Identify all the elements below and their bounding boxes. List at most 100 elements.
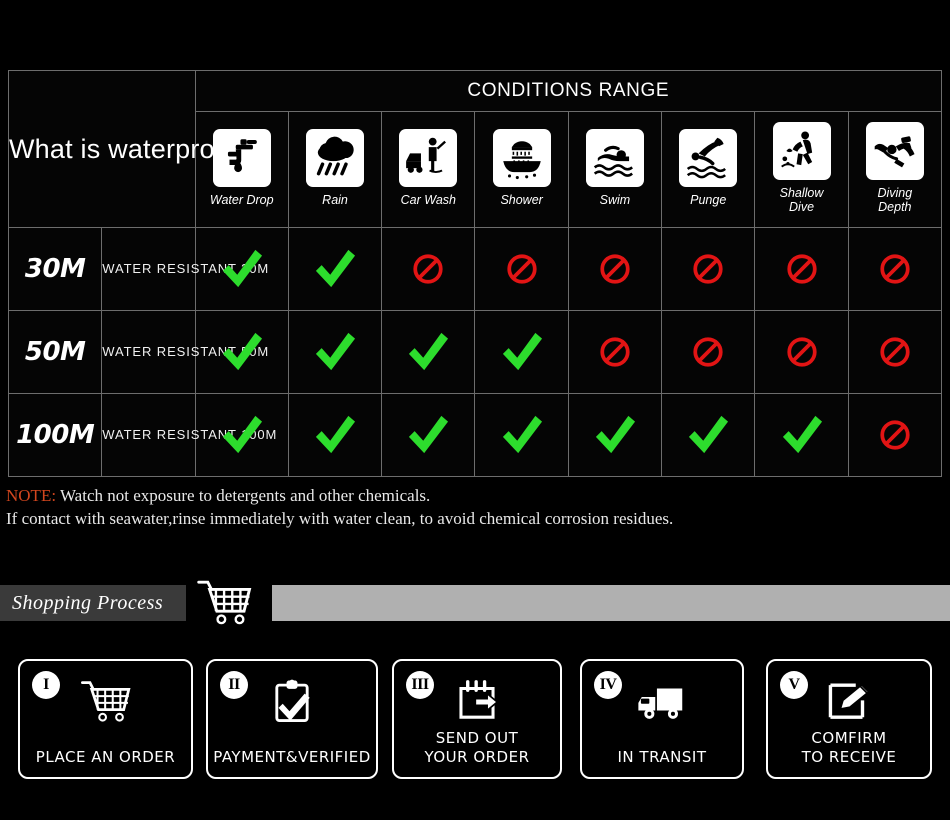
shopping-steps-row: I PLACE AN ORDER II PAYMENT&VERIFIED III SEND…: [0, 659, 950, 781]
clipboard-check-icon: [208, 673, 376, 731]
step-label: COMFIRM TO RECEIVE: [801, 729, 897, 766]
rating-cell-2-6: [754, 393, 849, 477]
check-icon: [475, 394, 567, 476]
condition-column-7: Diving Depth: [847, 111, 943, 228]
condition-label: Punge: [690, 192, 727, 207]
condition-column-2: Car Wash: [381, 111, 476, 228]
rating-cell-0-4: [567, 227, 663, 311]
condition-column-4: Swim: [567, 111, 663, 228]
shopping-cart-icon: [196, 577, 254, 629]
condition-column-3: Shower: [474, 111, 569, 228]
depth-cell: 100M: [7, 393, 103, 477]
step-label: SEND OUT YOUR ORDER: [424, 729, 530, 766]
ban-icon: [382, 228, 474, 310]
depth-cell: 30M: [7, 227, 103, 311]
condition-column-6: Shallow Dive: [754, 111, 849, 228]
ban-icon: [755, 228, 847, 310]
calendar-arrow-icon: [394, 673, 560, 731]
rating-cell-1-2: [381, 310, 476, 394]
rating-cell-1-5: [661, 310, 756, 394]
step-card-4[interactable]: IV IN TRANSIT: [580, 659, 744, 779]
rating-cell-2-5: [661, 393, 756, 477]
rating-cell-2-7: [847, 393, 943, 477]
ban-icon: [849, 311, 941, 393]
faucet-water-drop-icon: [212, 128, 271, 187]
condition-label: Rain: [322, 192, 348, 207]
rating-cell-2-4: [567, 393, 663, 477]
shopping-process-title: Shopping Process: [12, 591, 164, 614]
condition-label: Shower: [500, 192, 543, 207]
table-row: 30M WATER RESISTANT 30M: [7, 227, 943, 311]
ban-icon: [475, 228, 567, 310]
car-wash-icon: [399, 128, 458, 187]
step-label: PAYMENT&VERIFIED: [213, 748, 371, 766]
check-icon: [289, 311, 381, 393]
description-cell: WATER RESISTANT 100M: [101, 393, 276, 477]
rating-cell-1-6: [754, 310, 849, 394]
check-icon: [289, 394, 381, 476]
shower-bath-icon: [492, 128, 551, 187]
check-icon: [382, 394, 474, 476]
scuba-diver-icon: [865, 121, 924, 180]
condition-label: Swim: [599, 192, 631, 207]
shopping-process-filler-bar: [272, 585, 950, 621]
note-line-1-text: Watch not exposure to detergents and oth…: [56, 486, 431, 505]
ban-icon: [849, 228, 941, 310]
condition-label: Water Drop: [209, 192, 274, 207]
delivery-truck-icon: [582, 673, 742, 731]
shopping-cart-icon: [20, 673, 191, 731]
rain-cloud-icon: [306, 128, 365, 187]
shopping-process-bar: Shopping Process: [0, 580, 950, 625]
plunge-dive-icon: [679, 128, 738, 187]
step-card-2[interactable]: II PAYMENT&VERIFIED: [206, 659, 378, 779]
page-title: What is waterproof: [9, 133, 238, 164]
ban-icon: [569, 311, 661, 393]
condition-label: Car Wash: [400, 192, 456, 207]
check-icon: [569, 394, 661, 476]
condition-label: Shallow Dive: [779, 185, 824, 214]
condition-column-0: Water Drop: [194, 111, 289, 228]
shallow-dive-icon: [772, 121, 831, 180]
rating-cell-0-1: [287, 227, 383, 311]
ban-icon: [662, 311, 754, 393]
ban-icon: [849, 394, 941, 476]
depth-cell: 50M: [7, 310, 103, 394]
step-card-3[interactable]: III SEND OUT YOUR ORDER: [392, 659, 562, 779]
step-card-1[interactable]: I PLACE AN ORDER: [18, 659, 193, 779]
waterproof-conditions-table: What is waterproof CONDITIONS RANGE Water …: [7, 70, 943, 477]
check-icon: [289, 228, 381, 310]
step-label: IN TRANSIT: [617, 748, 707, 766]
check-icon: [662, 394, 754, 476]
check-icon: [755, 394, 847, 476]
rating-cell-0-3: [474, 227, 569, 311]
rating-cell-0-6: [754, 227, 849, 311]
rating-cell-1-3: [474, 310, 569, 394]
step-label: PLACE AN ORDER: [35, 748, 176, 766]
rating-cell-0-7: [847, 227, 943, 311]
rating-cell-2-2: [381, 393, 476, 477]
depth-value: 100M: [16, 420, 95, 450]
table-title-cell: What is waterproof: [8, 70, 238, 228]
edit-pencil-icon: [768, 673, 930, 731]
note-block: NOTE: Watch not exposure to detergents a…: [6, 484, 936, 530]
condition-column-5: Punge: [661, 111, 756, 228]
table-row: 50M WATER RESISTANT 50M: [7, 310, 943, 394]
swimmer-icon: [585, 128, 644, 187]
rating-cell-2-1: [287, 393, 383, 477]
rating-cell-1-1: [287, 310, 383, 394]
shopping-process-title-bar: Shopping Process: [0, 585, 186, 621]
description-cell: WATER RESISTANT 50M: [101, 310, 268, 394]
condition-column-1: Rain: [287, 111, 383, 228]
check-icon: [382, 311, 474, 393]
description-cell: WATER RESISTANT 30M: [101, 227, 268, 311]
waterproof-infographic-page: What is waterproof CONDITIONS RANGE Water …: [0, 0, 950, 820]
depth-value: 30M: [24, 254, 86, 284]
ban-icon: [755, 311, 847, 393]
rating-cell-1-4: [567, 310, 663, 394]
step-card-5[interactable]: V COMFIRM TO RECEIVE: [766, 659, 932, 779]
note-line-1: NOTE: Watch not exposure to detergents a…: [6, 484, 936, 507]
note-label: NOTE:: [6, 486, 57, 505]
ban-icon: [662, 228, 754, 310]
rating-cell-2-3: [474, 393, 569, 477]
conditions-range-header: CONDITIONS RANGE: [194, 70, 943, 112]
